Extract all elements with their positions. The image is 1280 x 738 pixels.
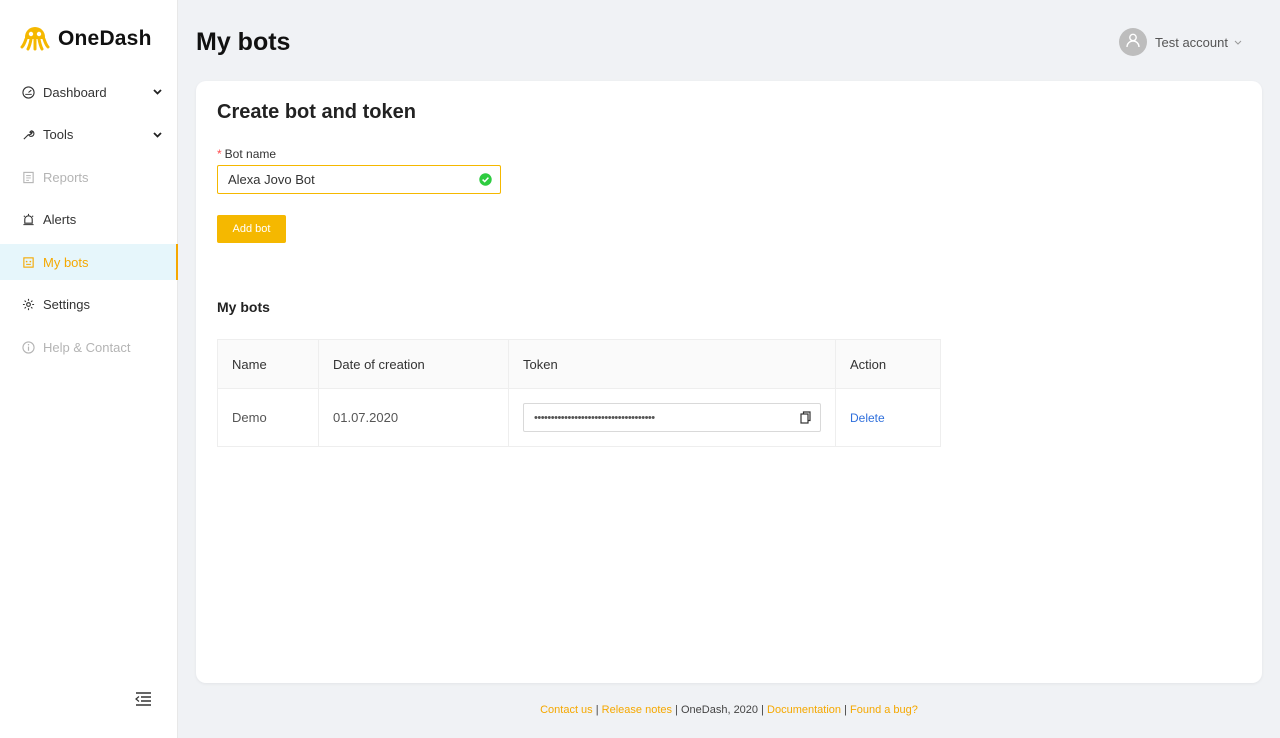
column-header-token: Token bbox=[508, 339, 836, 389]
wrench-icon bbox=[21, 128, 35, 142]
bot-date-cell: 01.07.2020 bbox=[318, 388, 509, 447]
user-icon bbox=[1125, 32, 1141, 53]
bot-name-field bbox=[217, 165, 501, 194]
alarm-icon bbox=[21, 213, 35, 227]
sidebar-item-tools[interactable]: Tools bbox=[0, 117, 178, 153]
sidebar-item-label: Alerts bbox=[43, 212, 77, 228]
chevron-down-icon bbox=[1234, 40, 1242, 45]
check-circle-icon bbox=[479, 173, 492, 186]
footer-separator: | bbox=[592, 704, 602, 716]
gauge-icon bbox=[21, 85, 35, 99]
menu-fold-icon bbox=[134, 691, 152, 711]
copyright-text: OneDash, 2020 bbox=[680, 704, 759, 716]
copy-icon[interactable] bbox=[800, 411, 812, 424]
token-value: •••••••••••••••••••••••••••••••••••• bbox=[534, 411, 655, 424]
bot-name-label-text: Bot name bbox=[224, 147, 277, 161]
chevron-down-icon bbox=[152, 87, 162, 97]
delete-bot-link[interactable]: Delete bbox=[850, 411, 885, 425]
bots-table: Name Date of creation Token Action Demo … bbox=[217, 339, 941, 447]
contact-us-link[interactable]: Contact us bbox=[540, 704, 593, 716]
sidebar-item-dashboard[interactable]: Dashboard bbox=[0, 74, 178, 110]
sidebar: OneDash Dashboard Tools Reports Alerts M… bbox=[0, 0, 178, 738]
sidebar-item-my-bots[interactable]: My bots bbox=[0, 244, 178, 281]
chevron-down-icon bbox=[152, 130, 162, 140]
app-name: OneDash bbox=[58, 27, 152, 50]
bot-action-cell: Delete bbox=[835, 388, 941, 447]
info-icon bbox=[21, 341, 35, 355]
collapse-sidebar-button[interactable] bbox=[133, 691, 153, 711]
sidebar-item-label: Tools bbox=[43, 127, 74, 143]
table-row: Demo 01.07.2020 ••••••••••••••••••••••••… bbox=[217, 388, 941, 447]
gear-icon bbox=[21, 298, 35, 312]
logo[interactable]: OneDash bbox=[20, 24, 152, 54]
my-bots-section-title: My bots bbox=[217, 299, 270, 315]
footer: Contact us | Release notes | OneDash, 20… bbox=[196, 704, 1262, 716]
avatar bbox=[1119, 28, 1147, 56]
account-name: Test account bbox=[1155, 34, 1228, 50]
column-header-name: Name bbox=[217, 339, 319, 389]
sidebar-item-label: Dashboard bbox=[43, 84, 107, 100]
release-notes-link[interactable]: Release notes bbox=[602, 704, 672, 716]
report-icon bbox=[21, 170, 35, 184]
bot-name-input[interactable] bbox=[228, 172, 479, 187]
required-mark: * bbox=[217, 147, 222, 161]
sidebar-item-label: Help & Contact bbox=[43, 340, 131, 356]
footer-separator: | bbox=[758, 704, 768, 716]
sidebar-item-label: Reports bbox=[43, 169, 89, 185]
bot-name-label: * Bot name bbox=[217, 147, 276, 161]
main-card: Create bot and token *Bot name Add bot M… bbox=[196, 81, 1262, 683]
sidebar-item-label: My bots bbox=[43, 254, 89, 270]
sidebar-item-label: Settings bbox=[43, 297, 90, 313]
octopus-logo-icon bbox=[20, 23, 50, 56]
bot-token-cell: •••••••••••••••••••••••••••••••••••• bbox=[508, 388, 836, 447]
table-header-row: Name Date of creation Token Action bbox=[217, 339, 941, 389]
column-header-date: Date of creation bbox=[318, 339, 509, 389]
create-bot-title: Create bot and token bbox=[217, 101, 416, 123]
add-bot-button[interactable]: Add bot bbox=[217, 215, 286, 243]
bot-icon bbox=[21, 255, 35, 269]
account-menu[interactable]: Test account bbox=[1119, 28, 1242, 56]
token-field[interactable]: •••••••••••••••••••••••••••••••••••• bbox=[523, 403, 821, 432]
footer-separator: | bbox=[672, 704, 681, 716]
footer-separator: | bbox=[841, 704, 851, 716]
found-a-bug-link[interactable]: Found a bug? bbox=[850, 704, 918, 716]
sidebar-nav: Dashboard Tools Reports Alerts My bots S… bbox=[0, 74, 178, 372]
documentation-link[interactable]: Documentation bbox=[767, 704, 841, 716]
column-header-action: Action bbox=[835, 339, 941, 389]
bot-name-cell: Demo bbox=[217, 388, 319, 447]
page-title: My bots bbox=[196, 28, 291, 56]
sidebar-item-help-contact[interactable]: Help & Contact bbox=[0, 330, 178, 366]
sidebar-item-reports[interactable]: Reports bbox=[0, 159, 178, 195]
sidebar-item-settings[interactable]: Settings bbox=[0, 287, 178, 323]
sidebar-item-alerts[interactable]: Alerts bbox=[0, 202, 178, 238]
